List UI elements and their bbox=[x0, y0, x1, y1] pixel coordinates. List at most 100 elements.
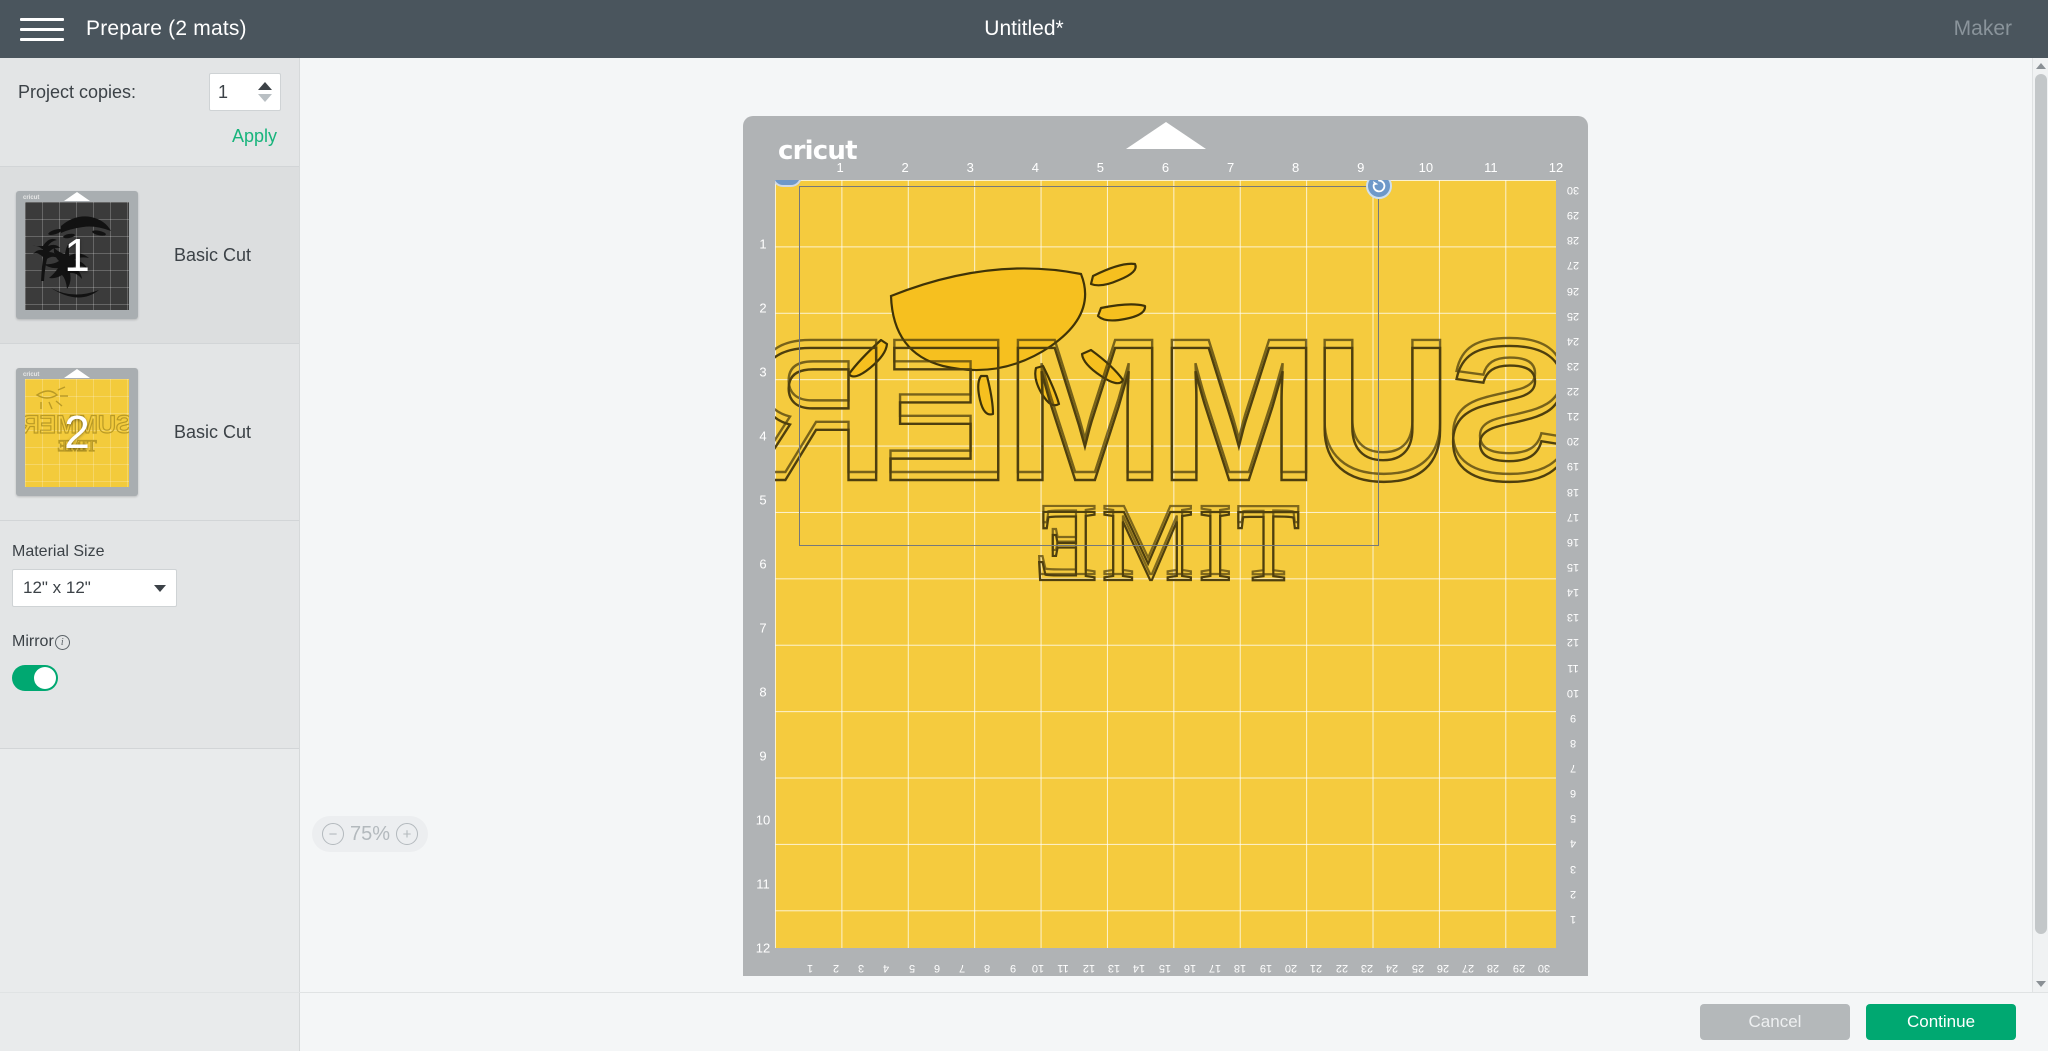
ruler-bottom-tick: 11 bbox=[1058, 962, 1069, 974]
stepper-increment-icon[interactable] bbox=[258, 82, 272, 90]
ruler-left-tick: 5 bbox=[751, 493, 775, 508]
sidebar-empty-area bbox=[0, 748, 299, 992]
ruler-left-tick: 4 bbox=[751, 429, 775, 444]
scrollbar-thumb[interactable] bbox=[2035, 74, 2047, 934]
mirror-row: Mirror i bbox=[0, 607, 299, 651]
ruler-right-tick: 19 bbox=[1562, 460, 1584, 472]
material-size-label: Material Size bbox=[0, 521, 299, 569]
ruler-bottom-tick: 16 bbox=[1184, 962, 1196, 974]
material-size-value: 12" x 12" bbox=[23, 578, 91, 598]
footer-sidebar-spacer bbox=[0, 993, 300, 1051]
ruler-right-tick: 13 bbox=[1562, 611, 1584, 623]
apply-button[interactable]: Apply bbox=[232, 126, 277, 166]
page-title: Prepare (2 mats) bbox=[86, 17, 247, 41]
ruler-right-tick: 17 bbox=[1562, 511, 1584, 523]
scroll-up-arrow-icon[interactable] bbox=[2033, 58, 2048, 74]
info-icon[interactable]: i bbox=[55, 635, 70, 650]
footer-bar: Cancel Continue bbox=[0, 992, 2048, 1050]
ruler-left-tick: 6 bbox=[751, 557, 775, 572]
ruler-right-tick: 28 bbox=[1562, 234, 1584, 246]
cutting-mat-board: cricut 123456789101112 123456789101112 3… bbox=[743, 116, 1588, 976]
ruler-bottom-tick: 1 bbox=[807, 962, 813, 974]
mat-surface[interactable]: SUMMER SUMMER TIME TIME bbox=[775, 180, 1556, 948]
hamburger-menu-icon[interactable] bbox=[20, 14, 64, 44]
ruler-right-tick: 6 bbox=[1562, 787, 1584, 799]
ruler-bottom-tick: 24 bbox=[1386, 962, 1398, 974]
project-copies-stepper[interactable]: 1 bbox=[209, 73, 281, 111]
stepper-decrement-icon[interactable] bbox=[258, 94, 272, 102]
ruler-top: 123456789101112 bbox=[775, 160, 1556, 180]
mat-canvas-area: cricut 123456789101112 123456789101112 3… bbox=[300, 58, 2048, 992]
ruler-bottom-tick: 21 bbox=[1310, 962, 1322, 974]
ruler-right: 3029282726252423222120191817161514131211… bbox=[1558, 180, 1586, 948]
material-size-dropdown[interactable]: 12" x 12" bbox=[12, 569, 177, 607]
ruler-right-tick: 5 bbox=[1562, 812, 1584, 824]
ruler-top-tick: 11 bbox=[1484, 160, 1498, 175]
mirror-label: Mirror bbox=[12, 633, 54, 651]
mat-thumb-number-1: 1 bbox=[16, 191, 138, 319]
ruler-bottom: 3029282726252423222120191817161514131211… bbox=[775, 954, 1556, 974]
ruler-bottom-tick: 4 bbox=[883, 962, 889, 974]
ruler-bottom-tick: 26 bbox=[1437, 962, 1449, 974]
zoom-out-button[interactable]: − bbox=[322, 823, 344, 845]
zoom-control: − 75% + bbox=[312, 816, 428, 852]
mirror-toggle[interactable] bbox=[12, 665, 58, 691]
ruler-right-tick: 8 bbox=[1562, 737, 1584, 749]
document-title: Untitled* bbox=[0, 17, 2048, 41]
ruler-bottom-tick: 2 bbox=[833, 962, 839, 974]
ruler-right-tick: 11 bbox=[1562, 662, 1584, 674]
ruler-bottom-tick: 6 bbox=[934, 962, 940, 974]
ruler-right-tick: 26 bbox=[1562, 285, 1584, 297]
ruler-top-tick: 2 bbox=[902, 160, 909, 175]
ruler-right-tick: 25 bbox=[1562, 310, 1584, 322]
ruler-right-tick: 9 bbox=[1562, 712, 1584, 724]
ruler-left-tick: 7 bbox=[751, 621, 775, 636]
ruler-right-tick: 1 bbox=[1562, 913, 1584, 925]
mat-thumbnail-1[interactable]: cricut 1 bbox=[16, 191, 138, 319]
machine-name-label: Maker bbox=[1954, 17, 2012, 41]
ruler-right-tick: 24 bbox=[1562, 335, 1584, 347]
vertical-scrollbar[interactable] bbox=[2032, 58, 2048, 992]
ruler-bottom-tick: 12 bbox=[1082, 962, 1094, 974]
ruler-bottom-tick: 10 bbox=[1032, 962, 1044, 974]
ruler-bottom-tick: 14 bbox=[1133, 962, 1145, 974]
scroll-down-arrow-icon[interactable] bbox=[2033, 976, 2048, 992]
ruler-top-tick: 8 bbox=[1292, 160, 1299, 175]
mirror-toggle-knob bbox=[34, 667, 56, 689]
ruler-right-tick: 3 bbox=[1562, 863, 1584, 875]
mat-thumb-number-2: 2 bbox=[16, 368, 138, 496]
ruler-right-tick: 27 bbox=[1562, 259, 1584, 271]
left-sidebar: Project copies: 1 Apply cricut bbox=[0, 58, 300, 992]
ruler-bottom-tick: 7 bbox=[959, 962, 965, 974]
ruler-top-tick: 3 bbox=[967, 160, 974, 175]
ruler-left-tick: 2 bbox=[751, 301, 775, 316]
ruler-right-tick: 15 bbox=[1562, 561, 1584, 573]
zoom-in-button[interactable]: + bbox=[396, 823, 418, 845]
ruler-top-tick: 5 bbox=[1097, 160, 1104, 175]
ruler-top-tick: 1 bbox=[836, 160, 843, 175]
ruler-right-tick: 4 bbox=[1562, 837, 1584, 849]
ruler-bottom-tick: 17 bbox=[1209, 962, 1221, 974]
ruler-right-tick: 7 bbox=[1562, 762, 1584, 774]
selection-bounding-box[interactable] bbox=[799, 186, 1379, 546]
cancel-button[interactable]: Cancel bbox=[1700, 1004, 1850, 1040]
project-copies-value: 1 bbox=[218, 82, 228, 103]
ruler-bottom-tick: 28 bbox=[1487, 962, 1499, 974]
ruler-right-tick: 2 bbox=[1562, 888, 1584, 900]
ruler-bottom-tick: 29 bbox=[1513, 962, 1525, 974]
top-header-bar: Prepare (2 mats) Untitled* Maker bbox=[0, 0, 2048, 58]
mat-list-item-2[interactable]: cricut SUMMER TIME 2 Basic Cut bbox=[0, 344, 299, 521]
mat-1-operation-label: Basic Cut bbox=[174, 245, 251, 266]
ruler-bottom-tick: 23 bbox=[1361, 962, 1373, 974]
ruler-left-tick: 3 bbox=[751, 365, 775, 380]
ruler-bottom-tick: 20 bbox=[1285, 962, 1297, 974]
mat-list-item-1[interactable]: cricut 1 Ba bbox=[0, 167, 299, 344]
ruler-right-tick: 14 bbox=[1562, 586, 1584, 598]
ruler-bottom-tick: 27 bbox=[1462, 962, 1474, 974]
continue-button[interactable]: Continue bbox=[1866, 1004, 2016, 1040]
ruler-left: 123456789101112 bbox=[751, 180, 775, 948]
ruler-right-tick: 22 bbox=[1562, 385, 1584, 397]
ruler-right-tick: 30 bbox=[1562, 184, 1584, 196]
apply-row: Apply bbox=[0, 126, 299, 166]
mat-thumbnail-2[interactable]: cricut SUMMER TIME 2 bbox=[16, 368, 138, 496]
